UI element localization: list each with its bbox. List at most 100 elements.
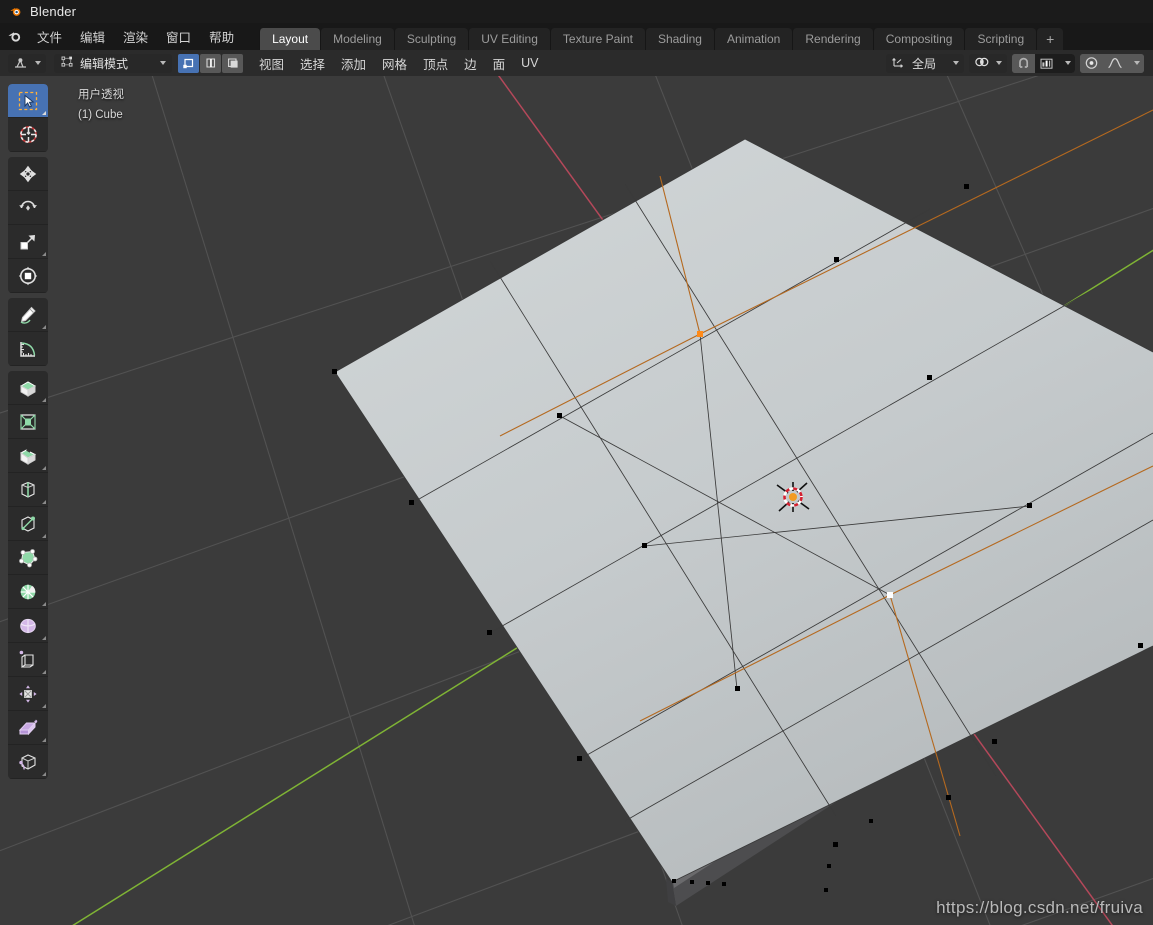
- tool-bevel[interactable]: [8, 439, 48, 473]
- mesh-active-vertex: [887, 592, 893, 598]
- workspace-tab-layout[interactable]: Layout: [259, 28, 321, 50]
- tool-loop-cut[interactable]: [8, 473, 48, 507]
- tool-group-transform: [8, 157, 48, 293]
- face-select-mode[interactable]: [222, 53, 243, 73]
- knife-icon: [21, 515, 35, 532]
- tool-submenu-corner: [42, 111, 46, 115]
- tool-inset-faces[interactable]: [8, 405, 48, 439]
- workspace-tab-scripting[interactable]: Scripting: [964, 28, 1037, 50]
- tool-group-mesh-edit: [8, 371, 48, 779]
- spin-icon: [20, 584, 36, 599]
- tool-submenu-corner: [42, 534, 46, 538]
- tool-group-annotate: [8, 298, 48, 366]
- tool-cursor[interactable]: [8, 118, 48, 152]
- editor-type-3dview-icon[interactable]: [8, 53, 46, 73]
- bevel-icon: [20, 448, 37, 465]
- measure-icon: [20, 341, 36, 357]
- add-workspace-button[interactable]: +: [1036, 28, 1064, 50]
- workspace-tab-modeling[interactable]: Modeling: [320, 28, 394, 50]
- vp-menu-face[interactable]: 面: [485, 51, 514, 76]
- falloff-chevron-down-icon[interactable]: [1127, 53, 1144, 73]
- tool-submenu-corner: [42, 636, 46, 640]
- tool-rip-region[interactable]: [8, 745, 48, 779]
- tool-rotate[interactable]: [8, 191, 48, 225]
- tool-smooth[interactable]: [8, 609, 48, 643]
- orientation-global-icon: [891, 55, 906, 72]
- shrink-fatten-icon: [19, 684, 37, 703]
- workspace-tab-compositing[interactable]: Compositing: [872, 28, 965, 50]
- tool-knife[interactable]: [8, 507, 48, 541]
- snap-increment-icon[interactable]: [1035, 53, 1058, 73]
- falloff-smooth-icon[interactable]: [1103, 53, 1127, 73]
- workspace-tab-texture-paint[interactable]: Texture Paint: [549, 28, 645, 50]
- tool-submenu-corner: [42, 670, 46, 674]
- menu-edit[interactable]: 编辑: [71, 24, 114, 49]
- orientation-chevron-down-icon: [953, 61, 959, 65]
- tool-tweak-select-box[interactable]: [8, 84, 48, 118]
- blender-menu-icon[interactable]: [0, 28, 28, 45]
- workspace-tab-uv-editing[interactable]: UV Editing: [468, 28, 550, 50]
- inset-faces-icon: [20, 413, 36, 430]
- vertex-select-mode[interactable]: [178, 53, 199, 73]
- tool-submenu-corner: [42, 325, 46, 329]
- tool-edge-slide[interactable]: [8, 643, 48, 677]
- vp-menu-add[interactable]: 添加: [333, 51, 374, 76]
- transform-orientation-label: 全局: [912, 56, 937, 71]
- extrude-region-icon: [19, 380, 37, 397]
- tool-submenu-corner: [42, 738, 46, 742]
- scale-icon: [20, 234, 35, 249]
- vp-menu-uv[interactable]: UV: [513, 53, 546, 73]
- workspace-tab-shading[interactable]: Shading: [644, 28, 714, 50]
- mesh-object-cube: [335, 139, 1153, 906]
- workspace-tabs: Layout Modeling Sculpting UV Editing Tex…: [259, 23, 1064, 50]
- workspace-tab-animation[interactable]: Animation: [713, 28, 793, 50]
- tool-spin[interactable]: [8, 575, 48, 609]
- interaction-mode-select[interactable]: 编辑模式: [54, 53, 172, 73]
- tool-shear[interactable]: [8, 711, 48, 745]
- proportional-editing-group: [1080, 53, 1144, 73]
- tool-scale[interactable]: [8, 225, 48, 259]
- tool-measure[interactable]: [8, 332, 48, 366]
- pivot-point-icon: [974, 55, 990, 72]
- edge-select-mode[interactable]: [200, 53, 221, 73]
- menu-window[interactable]: 窗口: [157, 24, 200, 49]
- vp-menu-select[interactable]: 选择: [292, 51, 333, 76]
- tool-shrink-fatten[interactable]: [8, 677, 48, 711]
- edit-mode-icon: [60, 55, 74, 71]
- snapping-group: [1012, 53, 1075, 73]
- menu-file[interactable]: 文件: [28, 24, 71, 49]
- tool-submenu-corner: [42, 500, 46, 504]
- tool-transform[interactable]: [8, 259, 48, 293]
- transform-orientation-select[interactable]: 全局: [886, 53, 964, 73]
- menu-help[interactable]: 帮助: [200, 24, 243, 49]
- viewport-canvas: [0, 76, 1153, 925]
- viewport-3d[interactable]: 用户透视 (1) Cube https://blog.csdn.net/frui…: [0, 76, 1153, 925]
- blender-logo-icon: [8, 4, 23, 19]
- vp-menu-edge[interactable]: 边: [456, 51, 485, 76]
- viewport-header-right: 全局: [886, 53, 1149, 73]
- mesh-select-mode-group: [178, 53, 243, 73]
- proportional-editing-icon[interactable]: [1080, 53, 1103, 73]
- vp-menu-vertex[interactable]: 顶点: [415, 51, 456, 76]
- workspace-tab-rendering[interactable]: Rendering: [792, 28, 873, 50]
- tool-submenu-corner: [42, 704, 46, 708]
- workspace-tab-sculpting[interactable]: Sculpting: [393, 28, 469, 50]
- vp-menu-view[interactable]: 视图: [251, 51, 292, 76]
- snap-magnet-icon[interactable]: [1012, 53, 1035, 73]
- tool-annotate[interactable]: [8, 298, 48, 332]
- cursor-3d-icon: [19, 126, 37, 143]
- tool-move[interactable]: [8, 157, 48, 191]
- poly-build-icon: [19, 548, 38, 567]
- vp-menu-mesh[interactable]: 网格: [374, 51, 415, 76]
- snap-chevron-glyph: [1065, 61, 1071, 65]
- tool-poly-build[interactable]: [8, 541, 48, 575]
- window-titlebar: Blender: [0, 0, 1153, 23]
- editor-type-chevron-down-icon: [35, 61, 41, 65]
- tool-extrude-region[interactable]: [8, 371, 48, 405]
- pivot-point-select[interactable]: [969, 53, 1007, 73]
- window-title: Blender: [30, 4, 77, 19]
- snap-chevron-down-icon[interactable]: [1058, 53, 1075, 73]
- mesh-selected-vertex: [697, 331, 703, 337]
- tool-submenu-corner: [42, 466, 46, 470]
- menu-render[interactable]: 渲染: [114, 24, 157, 49]
